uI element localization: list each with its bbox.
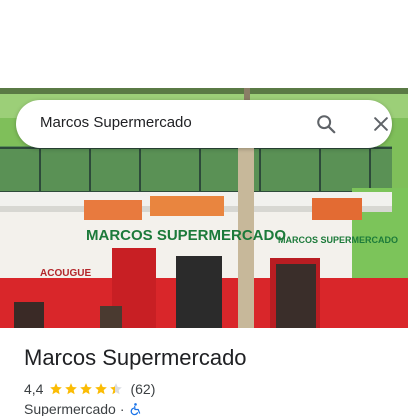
store-sign-text: MARCOS SUPERMERCADO [86, 227, 286, 244]
star-icon [110, 383, 123, 395]
wheelchair-icon[interactable] [129, 402, 142, 416]
star-icon [50, 383, 63, 395]
separator-dot: · [119, 401, 125, 416]
place-category: Supermercado [24, 401, 116, 416]
star-icon [95, 383, 108, 395]
rating-row[interactable]: 4,4 (62) [24, 380, 155, 398]
close-button[interactable] [369, 112, 393, 136]
star-icon [65, 383, 78, 395]
search-button[interactable] [314, 112, 338, 136]
search-icon [317, 115, 336, 134]
star-rating [49, 382, 124, 396]
star-icon [80, 383, 93, 395]
place-name: Marcos Supermercado [24, 345, 247, 370]
category-row: Supermercado · [24, 401, 142, 416]
butcher-sign-text: ACOUGUE [40, 268, 91, 279]
store-sign-right-text: MARCOS SUPERMERCADO [278, 235, 398, 245]
close-icon [374, 117, 388, 131]
review-count[interactable]: (62) [130, 381, 155, 397]
search-input[interactable]: Marcos Supermercado [40, 114, 192, 131]
search-bar[interactable]: Marcos Supermercado [16, 100, 392, 148]
top-blank-area [0, 0, 408, 88]
rating-value: 4,4 [24, 381, 44, 397]
